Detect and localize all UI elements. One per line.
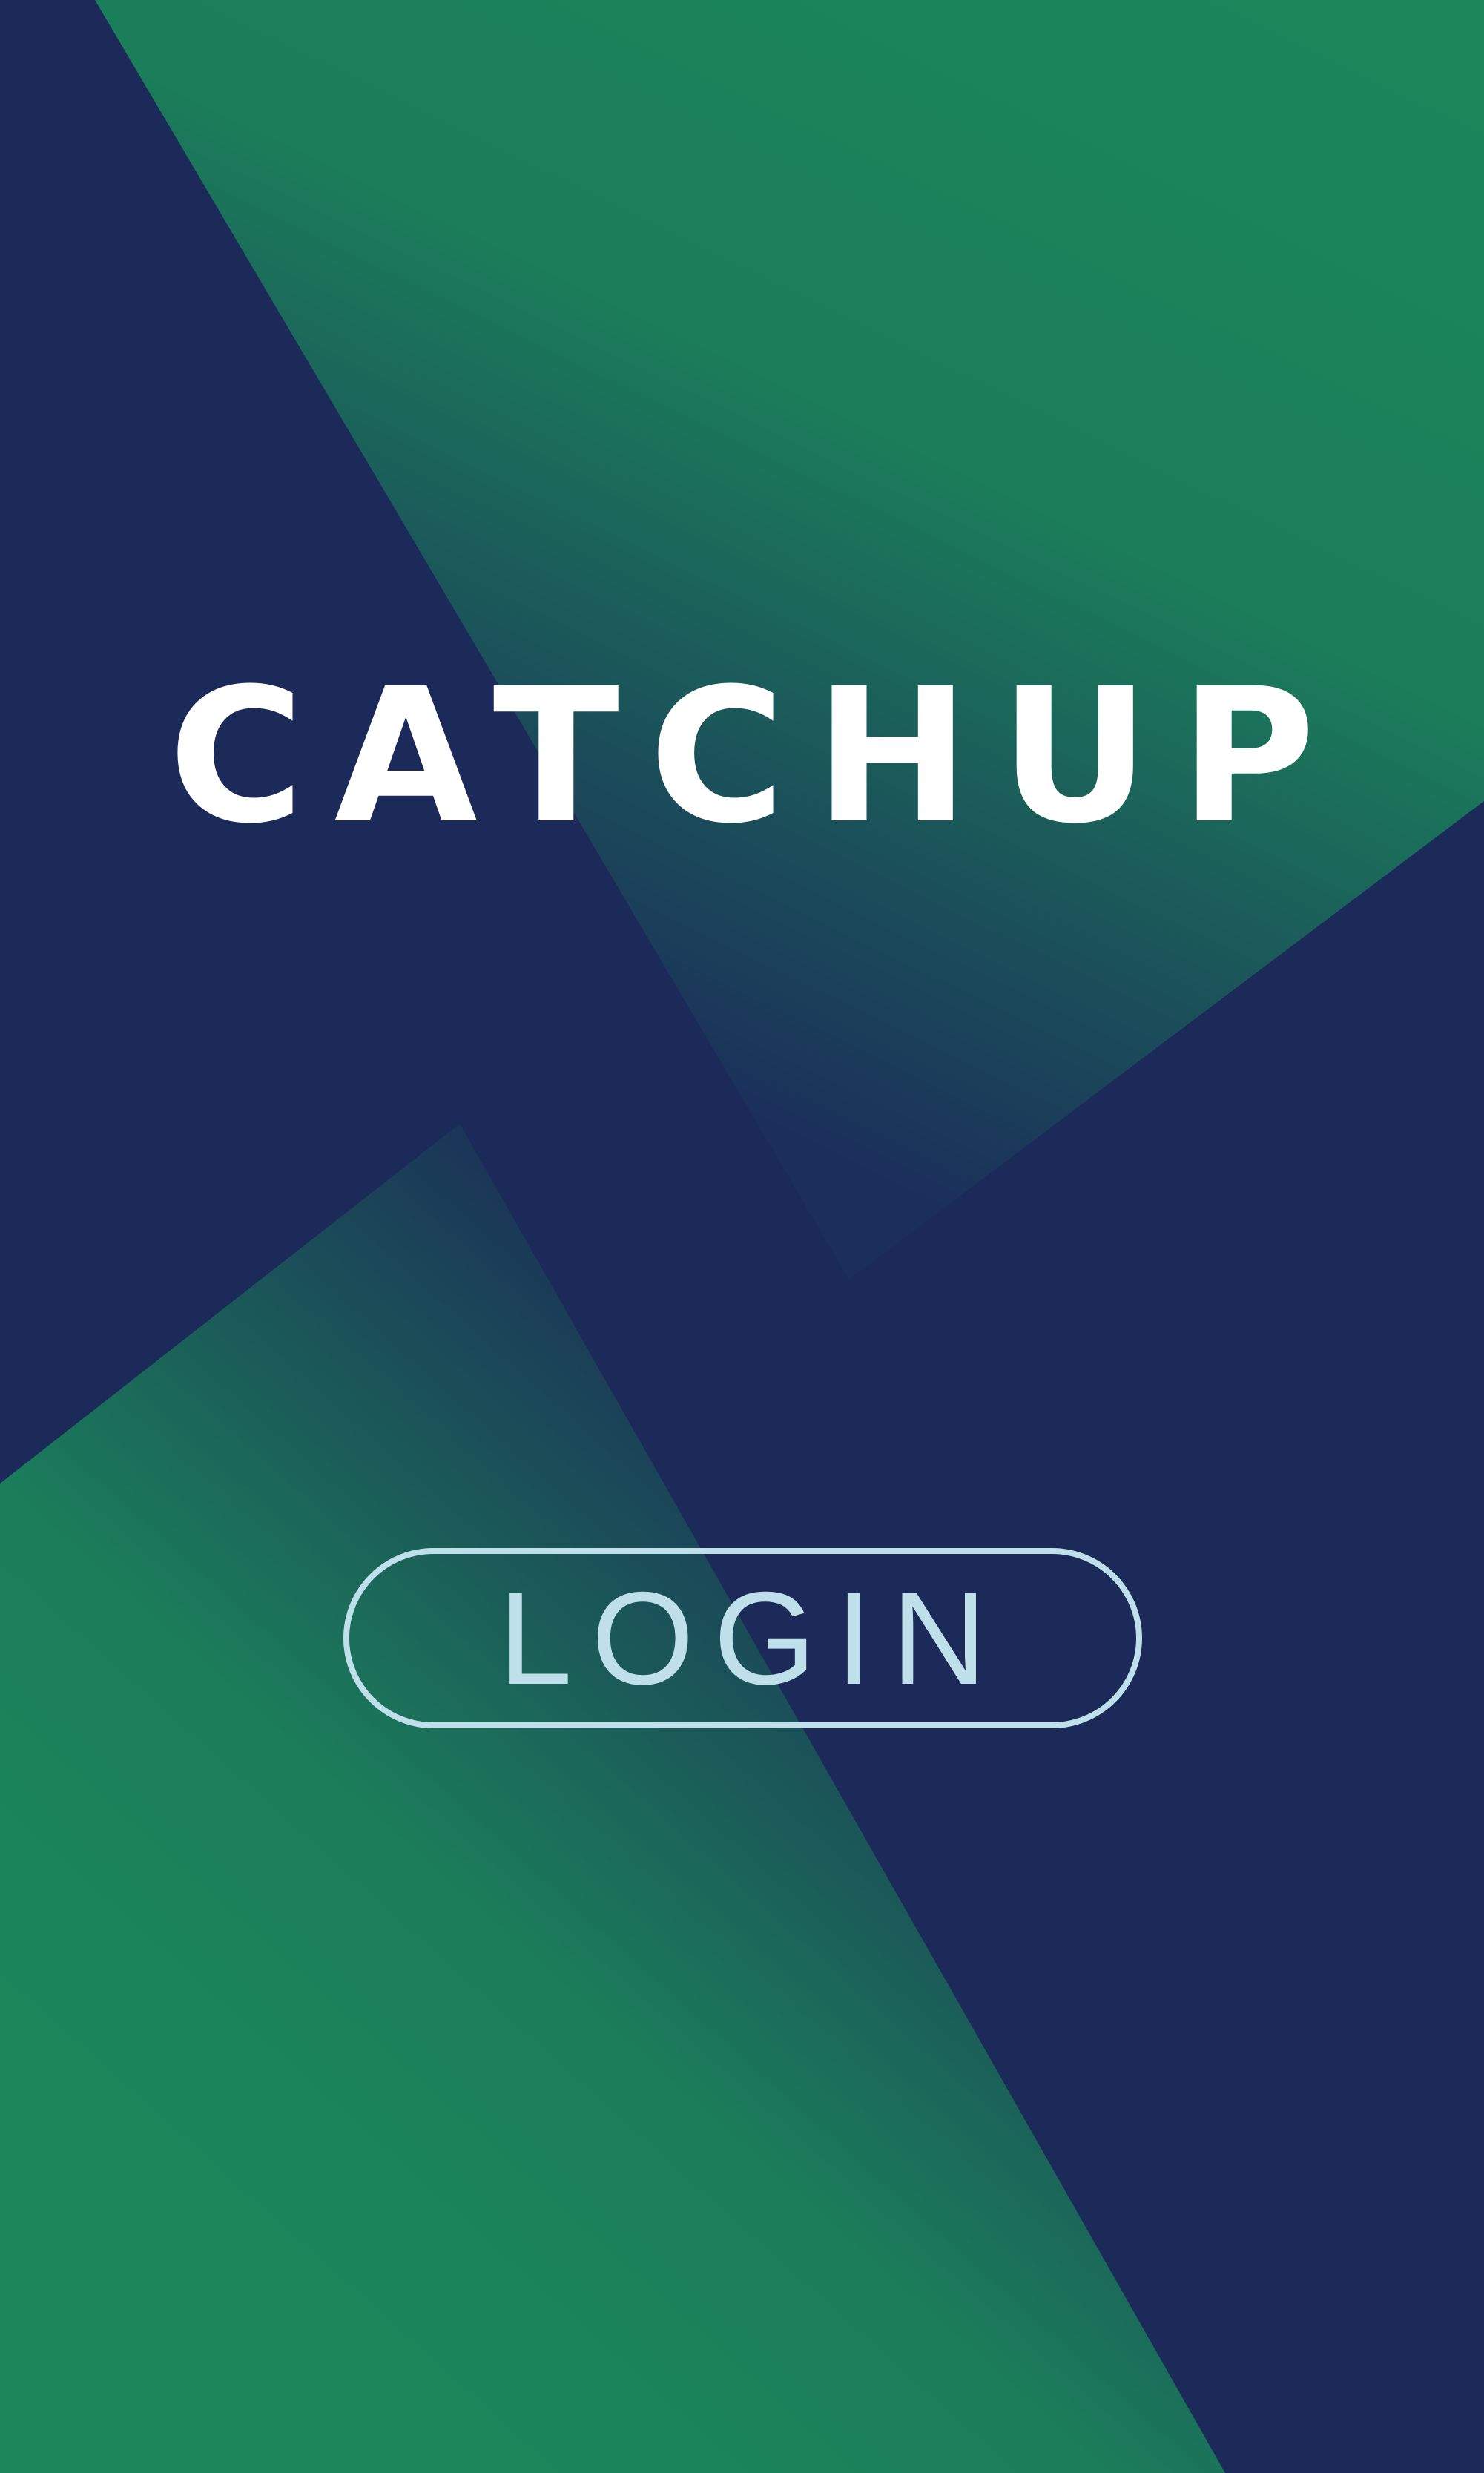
logo-wordmark: CATCHUP bbox=[168, 648, 1345, 864]
login-screen: CATCHUP LOGIN bbox=[0, 0, 1484, 2473]
login-button[interactable]: LOGIN bbox=[343, 1548, 1142, 1728]
login-button-label: LOGIN bbox=[498, 1564, 1006, 1712]
background-geometric-art bbox=[0, 0, 1484, 2473]
logo: CATCHUP bbox=[0, 653, 1484, 860]
